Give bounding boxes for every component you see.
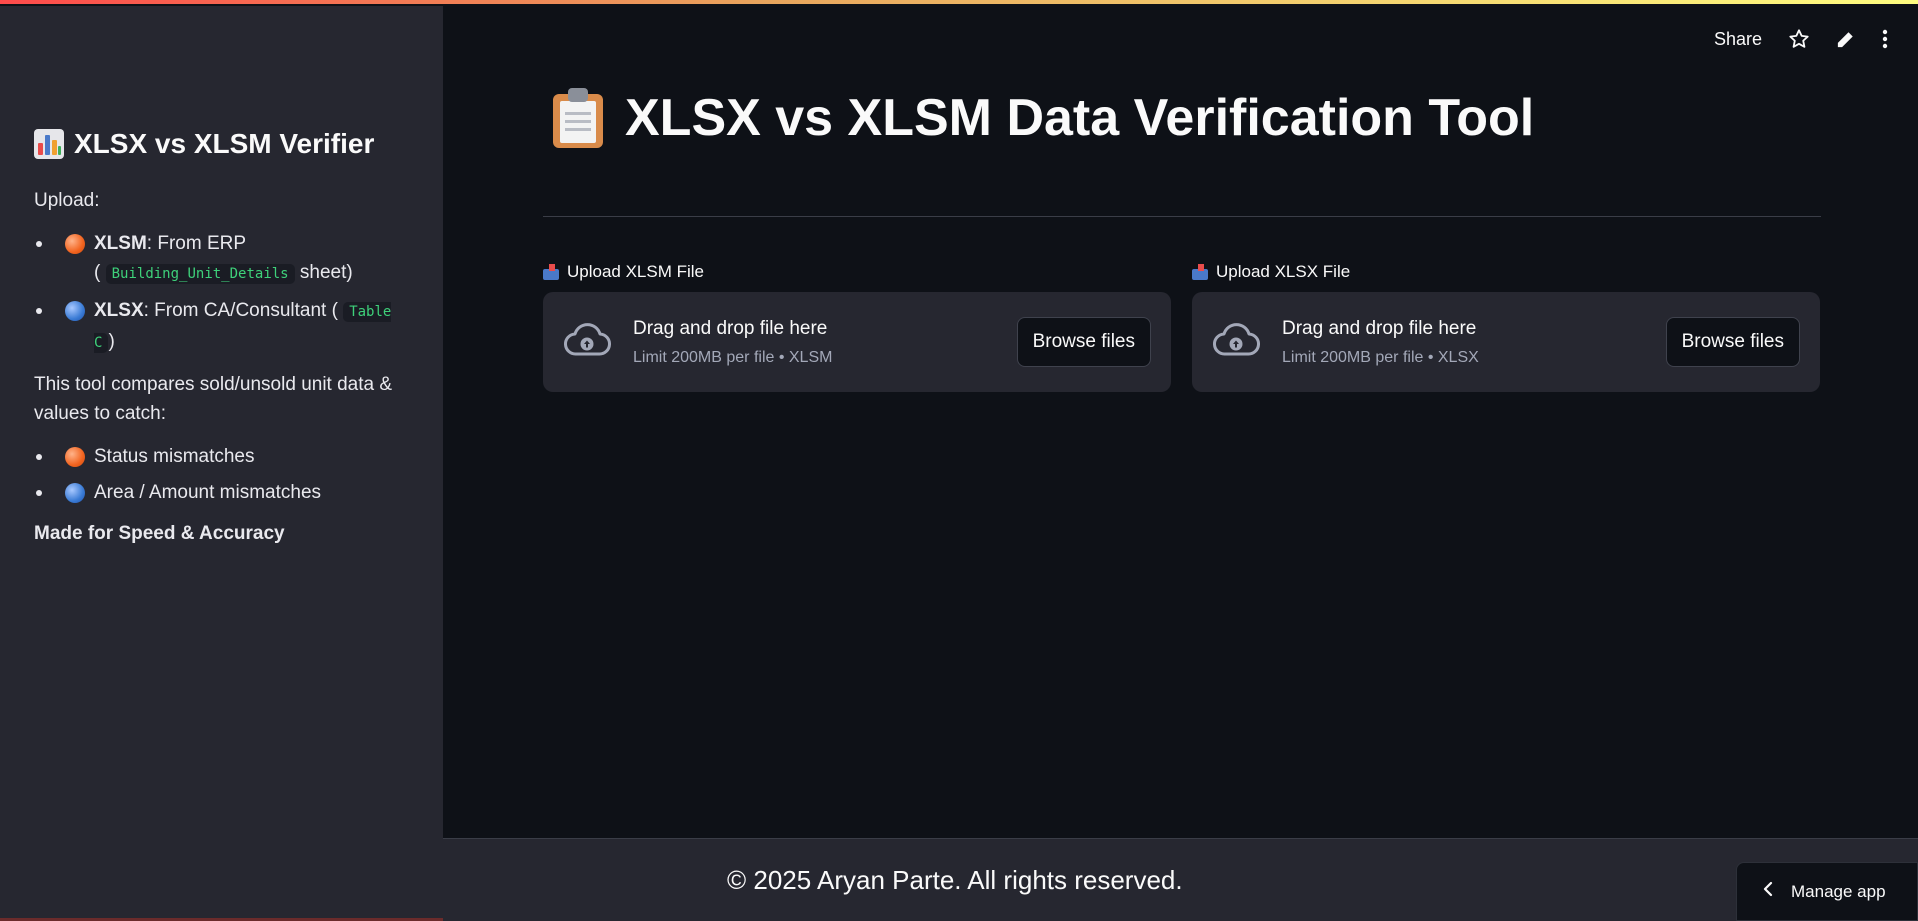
more-menu-icon[interactable] — [1882, 29, 1888, 49]
cloud-upload-icon — [1212, 322, 1260, 363]
catch-status: Status mismatches — [94, 446, 255, 467]
blue-circle-icon — [65, 301, 85, 321]
share-button[interactable]: Share — [1714, 29, 1762, 50]
xlsx-dropzone[interactable]: Drag and drop file here Limit 200MB per … — [1192, 292, 1820, 392]
mailbox-icon — [543, 264, 559, 280]
page-title: XLSX vs XLSM Data Verification Tool — [553, 88, 1534, 148]
chevron-left-icon — [1763, 881, 1773, 902]
sheet-code: Building_Unit_Details — [105, 264, 295, 284]
drag-drop-text: Drag and drop file here — [633, 317, 828, 339]
xlsm-source: : From ERP — [146, 233, 247, 254]
upload-heading: Upload: — [34, 190, 100, 211]
catch-list: Status mismatches Area / Amount mismatch… — [34, 442, 414, 507]
page-title-text: XLSX vs XLSM Data Verification Tool — [625, 89, 1535, 147]
bar-chart-icon — [34, 129, 64, 159]
star-icon[interactable] — [1788, 28, 1810, 50]
tool-description: This tool compares sold/unsold unit data… — [34, 374, 393, 424]
xlsx-dropzone-text: Drag and drop file here Limit 200MB per … — [1282, 318, 1479, 367]
sidebar: XLSX vs XLSM Verifier Upload: XLSM: From… — [0, 6, 443, 921]
footer: © 2025 Aryan Parte. All rights reserved. — [443, 838, 1918, 921]
paren-open: ( — [94, 262, 101, 283]
drag-drop-text: Drag and drop file here — [1282, 317, 1477, 339]
xlsx-label: XLSX — [94, 300, 144, 321]
upload-list: XLSM: From ERP ( Building_Unit_Details s… — [34, 229, 414, 358]
xlsx-upload-label-text: Upload XLSX File — [1216, 262, 1351, 281]
blue-circle-icon — [65, 483, 85, 503]
list-item: XLSM: From ERP ( Building_Unit_Details s… — [34, 229, 414, 289]
title-divider — [543, 216, 1821, 217]
manage-app-button[interactable]: Manage app — [1736, 862, 1918, 921]
clipboard-icon — [553, 88, 603, 148]
copyright-text: © 2025 Aryan Parte. All rights reserved. — [727, 865, 1183, 895]
edit-pencil-icon[interactable] — [1836, 29, 1856, 49]
sidebar-title: XLSX vs XLSM Verifier — [34, 128, 374, 160]
top-decoration-bar — [0, 0, 1918, 6]
header-actions: Share — [1714, 28, 1888, 50]
made-for-text: Made for Speed & Accuracy — [34, 523, 285, 544]
xlsm-browse-button[interactable]: Browse files — [1016, 317, 1151, 367]
xlsx-uploader: Upload XLSX File Drag and drop file here… — [1192, 262, 1820, 392]
orange-circle-icon — [65, 447, 85, 467]
sheet-suffix: sheet) — [294, 262, 353, 283]
sidebar-title-text: XLSX vs XLSM Verifier — [74, 128, 375, 159]
xlsx-browse-button[interactable]: Browse files — [1665, 317, 1800, 367]
manage-app-label: Manage app — [1791, 881, 1886, 901]
xlsm-dropzone[interactable]: Drag and drop file here Limit 200MB per … — [543, 292, 1171, 392]
xlsm-label: XLSM — [94, 233, 147, 254]
list-item: Status mismatches — [34, 442, 414, 471]
orange-circle-icon — [65, 234, 85, 254]
catch-area: Area / Amount mismatches — [94, 482, 322, 503]
xlsm-upload-label: Upload XLSM File — [543, 262, 1171, 282]
xlsm-uploader: Upload XLSM File Drag and drop file here… — [543, 262, 1171, 392]
xlsx-upload-label: Upload XLSX File — [1192, 262, 1820, 282]
cloud-upload-icon — [563, 322, 611, 363]
file-limit-text: Limit 200MB per file • XLSX — [1282, 348, 1479, 366]
xlsm-upload-label-text: Upload XLSM File — [567, 262, 705, 281]
file-limit-text: Limit 200MB per file • XLSM — [633, 348, 833, 366]
xlsm-dropzone-text: Drag and drop file here Limit 200MB per … — [633, 318, 832, 367]
table-suffix: ) — [108, 331, 115, 352]
list-item: XLSX: From CA/Consultant ( Table C) — [34, 296, 414, 358]
mailbox-icon — [1192, 264, 1208, 280]
xlsx-source: : From CA/Consultant ( — [143, 300, 338, 321]
list-item: Area / Amount mismatches — [34, 478, 414, 507]
sidebar-body: Upload: XLSM: From ERP ( Building_Unit_D… — [34, 186, 414, 562]
